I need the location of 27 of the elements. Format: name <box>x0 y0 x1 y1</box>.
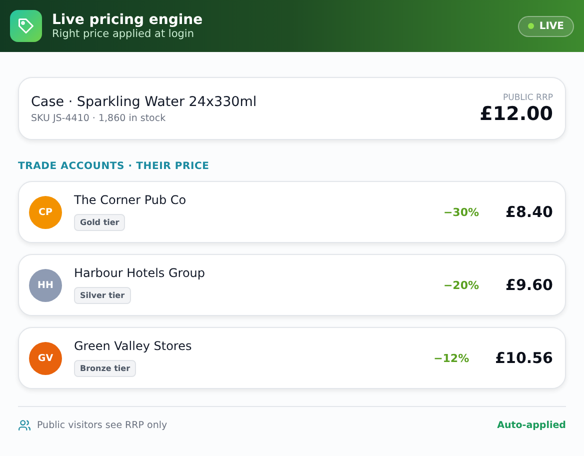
tier-tag: Bronze tier <box>74 360 136 377</box>
app-title: Live pricing engine <box>52 12 204 28</box>
public-price: £12.00 <box>480 102 553 124</box>
footer-note: Public visitors see RRP only <box>37 420 168 431</box>
live-badge: LIVE <box>518 16 574 36</box>
product-name: Case · Sparkling Water 24x330ml <box>31 94 258 110</box>
auto-applied-status: Auto-applied <box>497 420 566 431</box>
account-avatar: GV <box>29 342 62 374</box>
discount-text: −20% <box>443 278 479 292</box>
account-price: £10.56 <box>495 349 553 367</box>
price-label: PUBLIC RRP <box>503 92 553 102</box>
users-icon <box>18 419 31 432</box>
account-avatar: CP <box>29 196 62 228</box>
account-price: £9.60 <box>505 276 553 294</box>
section-title: TRADE ACCOUNTS · THEIR PRICE <box>18 161 210 172</box>
app-subtitle: Right price applied at login <box>52 28 195 40</box>
account-name: Harbour Hotels Group <box>74 266 206 280</box>
discount-text: −12% <box>434 352 470 364</box>
account-name: Green Valley Stores <box>74 339 193 353</box>
account-avatar: HH <box>29 268 62 302</box>
discount-text: −30% <box>443 206 479 218</box>
tier-tag: Gold tier <box>74 214 126 231</box>
account-name: The Corner Pub Co <box>74 193 188 207</box>
tag-icon <box>10 10 42 42</box>
account-price: £8.40 <box>505 203 553 221</box>
product-meta: SKU JS-4410 · 1,860 in stock <box>31 112 167 124</box>
tier-tag: Silver tier <box>74 287 131 304</box>
